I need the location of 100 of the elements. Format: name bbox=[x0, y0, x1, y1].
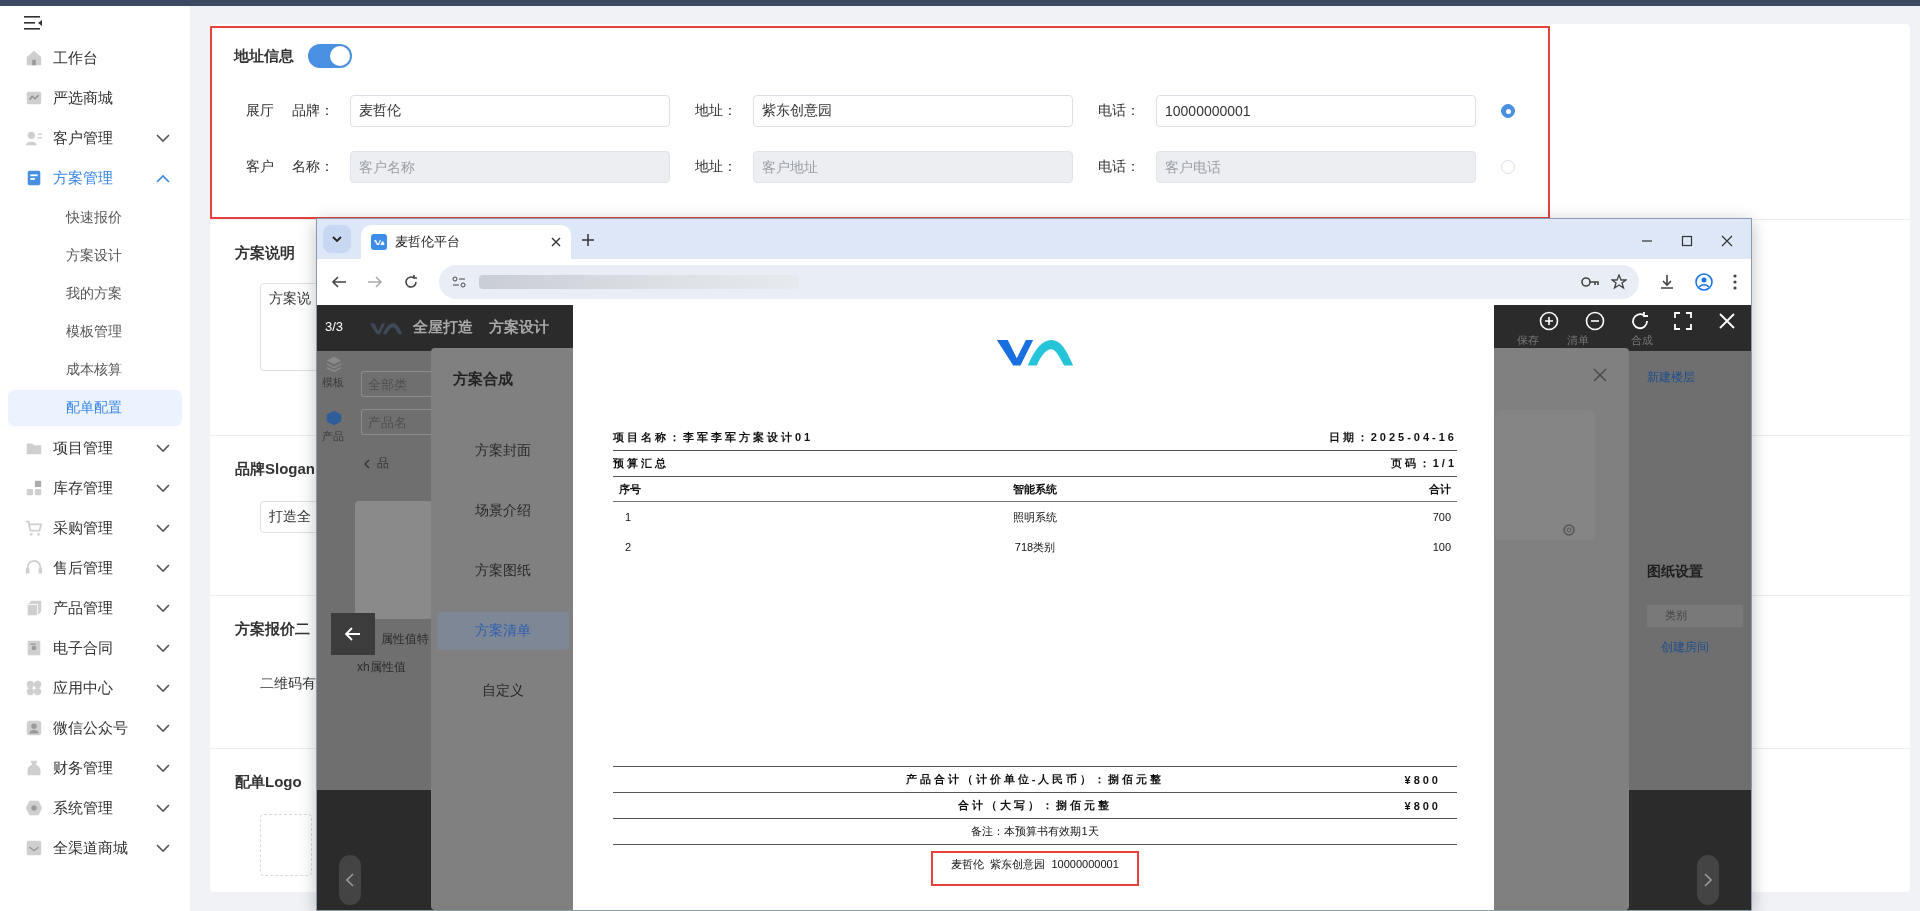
menu-collapse-icon[interactable] bbox=[24, 16, 42, 30]
product-name: 属性值特 bbox=[381, 631, 429, 648]
product-name: xh属性值 bbox=[357, 659, 406, 676]
toolbar-label: 合成 bbox=[1631, 333, 1653, 348]
zoom-in-icon[interactable] bbox=[1539, 311, 1559, 331]
rotate-icon[interactable] bbox=[1630, 311, 1650, 331]
dialog-title: 方案合成 bbox=[453, 370, 513, 389]
chevron-up-icon bbox=[156, 173, 170, 183]
section-title: 方案报价二 bbox=[235, 620, 310, 639]
chevron-down-icon bbox=[156, 133, 170, 143]
section-title: 地址信息 bbox=[234, 46, 294, 66]
more-icon[interactable] bbox=[1733, 274, 1737, 290]
chevron-right-icon bbox=[1704, 873, 1712, 887]
profile-icon[interactable] bbox=[1695, 273, 1713, 291]
close-icon[interactable] bbox=[551, 237, 561, 247]
sidebar-item[interactable]: 应用中心 bbox=[0, 668, 190, 708]
money-bag-icon bbox=[25, 759, 43, 777]
toolbar-label: 清单 bbox=[1567, 333, 1589, 348]
input-field[interactable]: 紫东创意园 bbox=[753, 95, 1073, 127]
chevron-down-icon bbox=[156, 523, 170, 533]
sidebar-item[interactable]: 产品管理 bbox=[0, 588, 190, 628]
sidebar-item[interactable]: 微信公众号 bbox=[0, 708, 190, 748]
sidebar-item[interactable]: 严选商城 bbox=[0, 78, 190, 118]
row-label: 客户 bbox=[246, 158, 275, 176]
field-label: 品牌： bbox=[292, 102, 335, 120]
category-label: 品 bbox=[377, 455, 389, 472]
previous-button[interactable] bbox=[339, 855, 361, 905]
sidebar-subitem[interactable]: 模板管理 bbox=[8, 314, 182, 350]
chevron-down-icon bbox=[156, 443, 170, 453]
chevron-down-icon bbox=[156, 603, 170, 613]
house-icon bbox=[25, 49, 43, 67]
sidebar-item[interactable]: 电子合同 bbox=[0, 628, 190, 668]
sidebar-subitem[interactable]: 我的方案 bbox=[8, 276, 182, 312]
chevron-left-icon[interactable] bbox=[363, 459, 371, 469]
setting-text: 二维码有 bbox=[260, 675, 316, 693]
field-label: 地址： bbox=[695, 158, 738, 176]
sidebar-item[interactable]: 项目管理 bbox=[0, 428, 190, 468]
radio-button[interactable] bbox=[1501, 104, 1515, 118]
fullscreen-icon[interactable] bbox=[1673, 311, 1693, 331]
download-icon[interactable] bbox=[1659, 274, 1675, 290]
dialog-tab[interactable]: 自定义 bbox=[437, 672, 569, 710]
browser-tab[interactable]: 麦哲伦平台 bbox=[361, 225, 571, 259]
sidebar-item[interactable]: 方案管理 bbox=[0, 158, 190, 198]
star-icon[interactable] bbox=[1611, 274, 1627, 290]
close-icon[interactable] bbox=[1721, 235, 1733, 247]
table-cell-text: 1 bbox=[624, 511, 633, 523]
user-list-icon bbox=[25, 129, 43, 147]
sidebar-item[interactable]: 全渠道商城 bbox=[0, 828, 190, 868]
table-cell-text: 100 bbox=[1432, 541, 1452, 553]
document-text: 日期：2025-04-16 bbox=[1328, 430, 1457, 445]
sidebar-subitem[interactable]: 快速报价 bbox=[8, 200, 182, 236]
person-card-icon bbox=[25, 719, 43, 737]
sidebar-item[interactable]: 财务管理 bbox=[0, 748, 190, 788]
new-tab-icon[interactable] bbox=[581, 233, 595, 247]
sidebar-item[interactable]: 采购管理 bbox=[0, 508, 190, 548]
maximize-icon[interactable] bbox=[1681, 235, 1693, 247]
total-amount: ¥800 bbox=[1404, 773, 1441, 786]
next-button[interactable] bbox=[1697, 855, 1719, 905]
total-label: 产品合计（计价单位-人民币）：捌佰元整 bbox=[905, 772, 1165, 787]
sidebar-subitem[interactable]: 方案设计 bbox=[8, 238, 182, 274]
field-label: 电话： bbox=[1098, 158, 1141, 176]
document-text: 项目名称：李军李军方案设计01 bbox=[613, 430, 814, 445]
reload-icon[interactable] bbox=[403, 274, 419, 290]
footer-text: 麦哲伦 紫东创意园 10000000001 bbox=[931, 851, 1139, 886]
input-field[interactable]: 10000000001 bbox=[1156, 95, 1476, 127]
tab-search-button[interactable] bbox=[323, 225, 351, 253]
column-header: 序号 bbox=[618, 481, 642, 497]
zoom-out-icon[interactable] bbox=[1585, 311, 1605, 331]
chevron-down-icon bbox=[332, 236, 342, 242]
back-icon[interactable] bbox=[331, 274, 347, 290]
sidebar-item[interactable]: 售后管理 bbox=[0, 548, 190, 588]
app-title: 方案设计 bbox=[489, 318, 549, 337]
close-icon[interactable] bbox=[1717, 311, 1737, 331]
arrow-left-icon bbox=[345, 627, 361, 641]
toolbar-label: 保存 bbox=[1517, 333, 1539, 348]
sidebar-item[interactable]: 系统管理 bbox=[0, 788, 190, 828]
chevron-down-icon bbox=[156, 483, 170, 493]
chevron-down-icon bbox=[156, 563, 170, 573]
field-label: 电话： bbox=[1098, 102, 1141, 120]
page-counter: 3/3 bbox=[325, 319, 344, 334]
note-text: 备注：本预算书有效期1天 bbox=[971, 824, 1099, 839]
sidebar-item[interactable]: 工作台 bbox=[0, 38, 190, 78]
key-icon[interactable] bbox=[1581, 276, 1599, 288]
input-field[interactable]: 麦哲伦 bbox=[350, 95, 670, 127]
envelope-icon bbox=[25, 839, 43, 857]
dialog-tab[interactable]: 方案封面 bbox=[437, 432, 569, 470]
sidebar-subitem[interactable]: 成本核算 bbox=[8, 352, 182, 388]
section-title: 配单Logo bbox=[235, 773, 302, 792]
dialog-tab[interactable]: 方案图纸 bbox=[437, 552, 569, 590]
table-cell: 718类别 bbox=[1014, 539, 1056, 555]
table-cell-text: 700 bbox=[1432, 511, 1452, 523]
chart-square-icon bbox=[25, 89, 43, 107]
sidebar-item[interactable]: 客户管理 bbox=[0, 118, 190, 158]
dialog-tab[interactable]: 场景介绍 bbox=[437, 492, 569, 530]
back-button[interactable] bbox=[331, 613, 375, 655]
sidebar-item[interactable]: 库存管理 bbox=[0, 468, 190, 508]
toggle-switch[interactable] bbox=[308, 44, 352, 68]
document-text: 页码：1/1 bbox=[1390, 456, 1457, 471]
site-info-icon bbox=[451, 274, 467, 290]
table-cell: 照明系统 bbox=[1013, 509, 1057, 525]
